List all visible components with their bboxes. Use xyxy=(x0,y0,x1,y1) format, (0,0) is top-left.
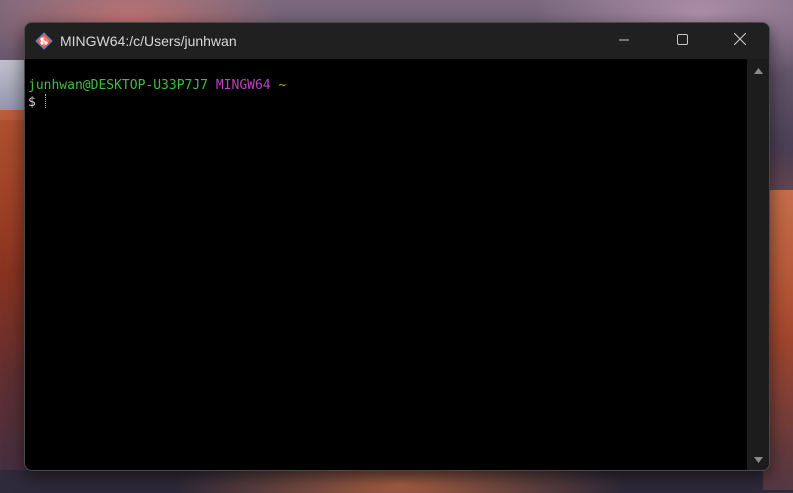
vertical-scrollbar[interactable] xyxy=(747,59,769,470)
close-icon xyxy=(733,32,747,50)
prompt-path: ~ xyxy=(278,78,287,93)
text-cursor xyxy=(44,94,47,108)
window-controls xyxy=(595,23,769,59)
terminal-window[interactable]: MINGW64:/c/Users/junhwan junhwan@DESKTOP… xyxy=(24,22,770,471)
input-line[interactable]: $ xyxy=(28,94,747,111)
scroll-down-arrow-icon xyxy=(753,450,763,468)
maximize-button[interactable] xyxy=(653,23,711,59)
title-bar[interactable]: MINGW64:/c/Users/junhwan xyxy=(25,23,769,59)
git-bash-icon[interactable] xyxy=(34,31,54,51)
prompt-env: MINGW64 xyxy=(215,78,271,93)
close-button[interactable] xyxy=(711,23,769,59)
prompt-symbol: $ xyxy=(28,95,36,110)
scroll-down-button[interactable] xyxy=(747,450,769,468)
maximize-icon xyxy=(676,32,688,50)
terminal-output[interactable]: junhwan@DESKTOP-U33P7J7 MINGW64 ~ $ xyxy=(25,59,747,470)
prompt-user-host: junhwan@DESKTOP-U33P7J7 xyxy=(28,78,209,93)
window-title: MINGW64:/c/Users/junhwan xyxy=(60,33,237,49)
scroll-up-arrow-icon xyxy=(753,61,763,79)
minimize-icon xyxy=(619,32,629,50)
minimize-button[interactable] xyxy=(595,23,653,59)
scroll-up-button[interactable] xyxy=(747,61,769,79)
prompt-line: junhwan@DESKTOP-U33P7J7 MINGW64 ~ xyxy=(28,77,747,94)
